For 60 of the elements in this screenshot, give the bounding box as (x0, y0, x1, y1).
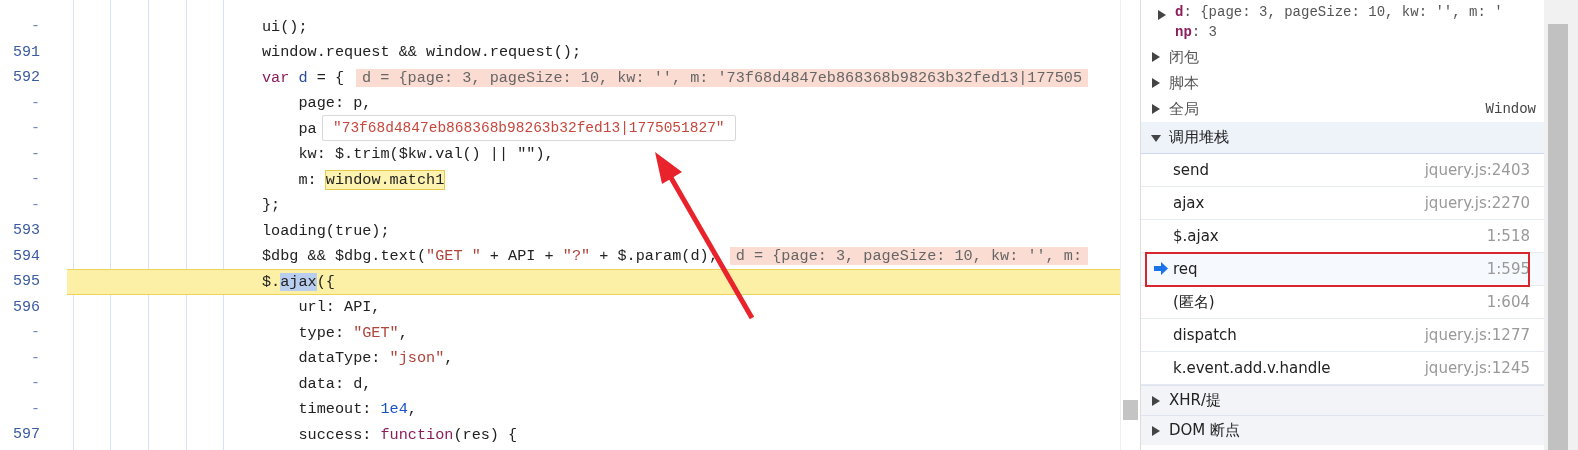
code-line: var d = { (262, 68, 345, 87)
code-line: url: API, (297, 298, 381, 317)
line-number: - (30, 171, 40, 189)
line-number: - (30, 324, 40, 342)
code-line: $dbg && $dbg.text("GET " + API + "?" + $.param(d); (262, 247, 718, 266)
code-line: kw: $.trim($kw.val() || ""), (297, 145, 554, 164)
current-frame-arrow-icon (1154, 262, 1168, 275)
code-line: m: window.match1 (297, 170, 445, 189)
code-line: ui(); (262, 17, 308, 36)
collapsed-triangle-icon[interactable] (1157, 10, 1167, 20)
line-number: 595 (12, 273, 40, 291)
line-number: - (30, 349, 40, 367)
call-stack-frame[interactable]: dispatch jquery.js:1277 (1141, 319, 1544, 352)
call-stack-frame[interactable]: ajax jquery.js:2270 (1141, 187, 1544, 220)
line-number: 596 (12, 298, 40, 316)
call-stack-frame[interactable]: send jquery.js:2403 (1141, 154, 1544, 187)
call-stack-frame[interactable]: (匿名) 1:604 (1141, 286, 1544, 319)
line-number: 594 (12, 247, 40, 265)
code-line: timeout: 1e4, (297, 400, 417, 419)
line-number: - (30, 18, 40, 36)
line-number: 597 (12, 426, 40, 444)
code-line: data: d, (297, 374, 372, 393)
line-number: 591 (12, 43, 40, 61)
line-number: - (30, 94, 40, 112)
collapsed-triangle-icon[interactable] (1151, 78, 1161, 88)
code-line: }; (262, 196, 281, 215)
section-header[interactable]: 闭包 (1141, 44, 1544, 70)
scope-variable[interactable]: d: {page: 3, pageSize: 10, kw: '', m: ' (1141, 0, 1544, 20)
code-line: success: function(res) { (297, 425, 518, 444)
line-number: - (30, 400, 40, 418)
expanded-triangle-icon[interactable] (1151, 132, 1161, 143)
inline-value: d = {page: 3, pageSize: 10, kw: '', m: '73f68d4847eb868368b98263b32fed13|177505 (356, 68, 1089, 87)
scrollbar-thumb[interactable] (1548, 24, 1568, 450)
line-number: - (30, 145, 40, 163)
collapsed-triangle-icon[interactable] (1151, 425, 1161, 436)
line-number: - (30, 375, 40, 393)
scrollbar-thumb[interactable] (1123, 400, 1138, 420)
section-header[interactable]: 调用堆栈 (1141, 122, 1544, 154)
inline-value: d = {page: 3, pageSize: 10, kw: '', m: (729, 247, 1089, 266)
code-line: loading(true); (262, 221, 390, 240)
collapsed-triangle-icon[interactable] (1151, 104, 1161, 114)
line-number: 593 (12, 222, 40, 240)
line-number: 592 (12, 69, 40, 87)
collapsed-triangle-icon[interactable] (1151, 395, 1161, 406)
section-header[interactable]: DOM 断点 (1141, 415, 1544, 445)
code-line: $.ajax({ (262, 272, 335, 291)
section-header[interactable]: 全局 Window (1141, 96, 1544, 122)
code-line: page: p, (297, 94, 372, 113)
collapsed-triangle-icon[interactable] (1151, 52, 1161, 62)
value-tooltip: "73f68d4847eb868368b98263b32fed13|1775051827" (322, 115, 736, 141)
code-line: dataType: "json", (297, 349, 454, 368)
line-number: - (30, 120, 40, 138)
section-header[interactable]: XHR/提 (1141, 385, 1544, 415)
section-header[interactable]: 脚本 (1141, 70, 1544, 96)
code-line: window.request && window.request(); (262, 43, 581, 62)
call-stack-frame[interactable]: req 1:595 (1141, 253, 1544, 286)
code-line: type: "GET", (297, 323, 408, 342)
line-number: - (30, 196, 40, 214)
code-line: pa (297, 119, 317, 138)
scope-variable[interactable]: np: 3 (1141, 20, 1544, 44)
